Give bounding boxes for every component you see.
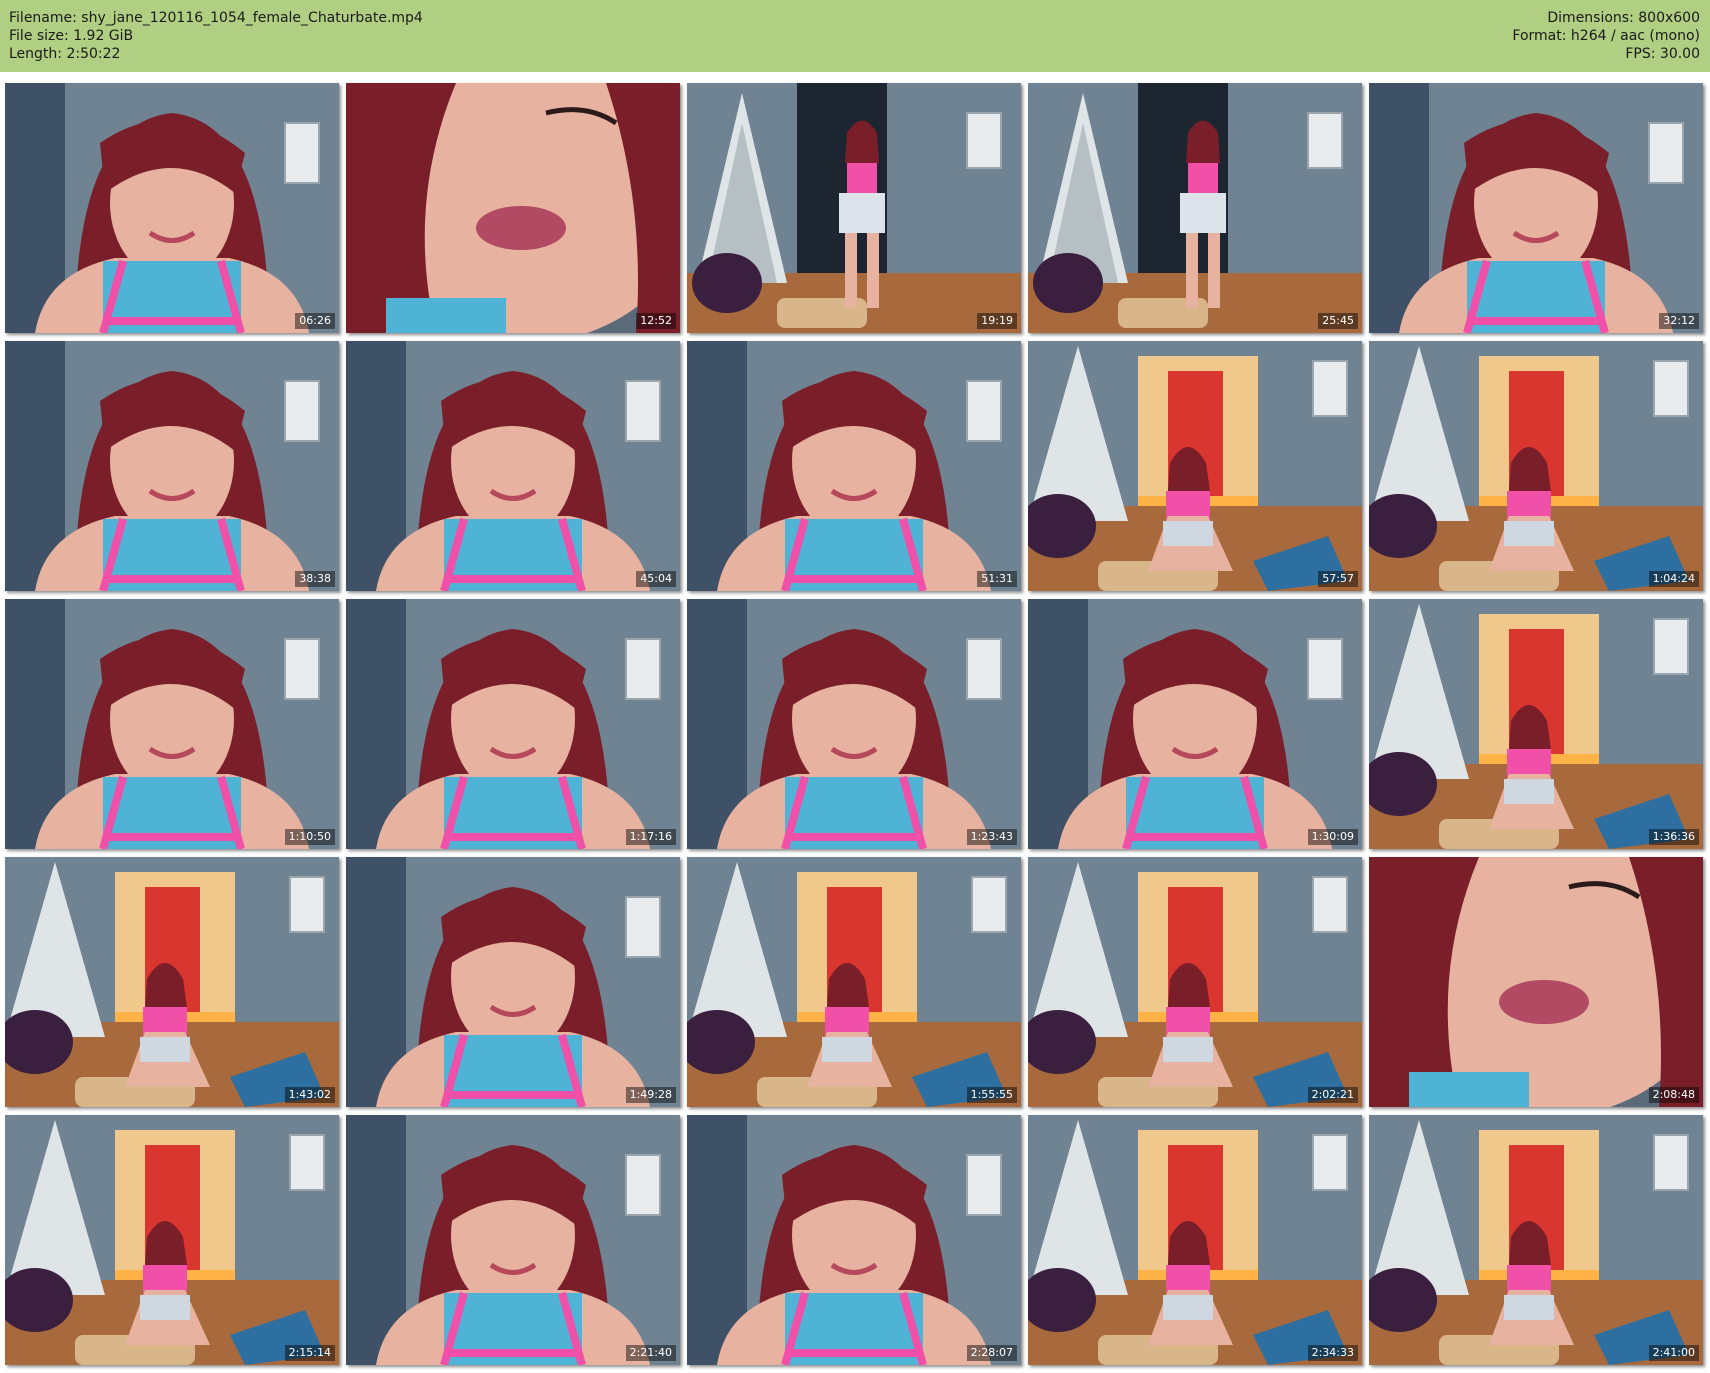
frame-image: [1028, 341, 1362, 591]
thumbnail[interactable]: 25:45: [1028, 83, 1362, 333]
frame-image: [687, 857, 1021, 1107]
video-info: Dimensions: 800x600 Format: h264 / aac (…: [1512, 9, 1700, 63]
frame-image: [346, 341, 680, 591]
thumbnail[interactable]: 2:41:00: [1369, 1115, 1703, 1365]
timestamp-label: 2:21:40: [625, 1345, 676, 1361]
timestamp-label: 2:41:00: [1648, 1345, 1699, 1361]
timestamp-label: 2:34:33: [1307, 1345, 1358, 1361]
timestamp-label: 1:04:24: [1648, 571, 1699, 587]
thumbnail[interactable]: 1:49:28: [346, 857, 680, 1107]
frame-image: [687, 83, 1021, 333]
timestamp-label: 1:55:55: [966, 1087, 1017, 1103]
thumbnail[interactable]: 1:17:16: [346, 599, 680, 849]
timestamp-label: 06:26: [295, 313, 335, 329]
thumbnail[interactable]: 2:15:14: [5, 1115, 339, 1365]
frame-image: [346, 857, 680, 1107]
frame-image: [687, 599, 1021, 849]
frame-image: [687, 341, 1021, 591]
file-info: Filename: shy_jane_120116_1054_female_Ch…: [9, 9, 423, 63]
frame-image: [5, 83, 339, 333]
frame-image: [1028, 83, 1362, 333]
thumbnail[interactable]: 1:23:43: [687, 599, 1021, 849]
timestamp-label: 2:02:21: [1307, 1087, 1358, 1103]
filename-text: Filename: shy_jane_120116_1054_female_Ch…: [9, 10, 423, 26]
frame-image: [1028, 599, 1362, 849]
dimensions-text: Dimensions: 800x600: [1547, 10, 1700, 26]
frame-image: [346, 599, 680, 849]
timestamp-label: 2:28:07: [966, 1345, 1017, 1361]
timestamp-label: 45:04: [636, 571, 676, 587]
thumbnail[interactable]: 19:19: [687, 83, 1021, 333]
thumbnail[interactable]: 12:52: [346, 83, 680, 333]
thumbnail[interactable]: 1:10:50: [5, 599, 339, 849]
timestamp-label: 2:15:14: [284, 1345, 335, 1361]
thumbnail[interactable]: 2:02:21: [1028, 857, 1362, 1107]
frame-image: [5, 857, 339, 1107]
frame-image: [346, 1115, 680, 1365]
timestamp-label: 57:57: [1318, 571, 1358, 587]
timestamp-label: 1:49:28: [625, 1087, 676, 1103]
fps-text: FPS: 30.00: [1625, 46, 1700, 62]
format-text: Format: h264 / aac (mono): [1512, 28, 1700, 44]
frame-image: [5, 599, 339, 849]
thumbnail[interactable]: 2:21:40: [346, 1115, 680, 1365]
timestamp-label: 25:45: [1318, 313, 1358, 329]
frame-image: [1369, 83, 1703, 333]
thumbnail[interactable]: 2:28:07: [687, 1115, 1021, 1365]
frame-image: [5, 1115, 339, 1365]
timestamp-label: 1:10:50: [284, 829, 335, 845]
filesize-text: File size: 1.92 GiB: [9, 28, 134, 44]
timestamp-label: 12:52: [636, 313, 676, 329]
frame-image: [1028, 1115, 1362, 1365]
thumbnail[interactable]: 1:43:02: [5, 857, 339, 1107]
timestamp-label: 19:19: [977, 313, 1017, 329]
frame-image: [1369, 1115, 1703, 1365]
timestamp-label: 51:31: [977, 571, 1017, 587]
frame-image: [1028, 857, 1362, 1107]
thumbnail[interactable]: 45:04: [346, 341, 680, 591]
timestamp-label: 38:38: [295, 571, 335, 587]
timestamp-label: 32:12: [1659, 313, 1699, 329]
thumbnail[interactable]: 51:31: [687, 341, 1021, 591]
timestamp-label: 1:36:36: [1648, 829, 1699, 845]
timestamp-label: 1:30:09: [1307, 829, 1358, 845]
thumbnail[interactable]: 57:57: [1028, 341, 1362, 591]
timestamp-label: 1:43:02: [284, 1087, 335, 1103]
frame-image: [1369, 857, 1703, 1107]
thumbnail[interactable]: 2:08:48: [1369, 857, 1703, 1107]
frame-image: [687, 1115, 1021, 1365]
thumbnail[interactable]: 06:26: [5, 83, 339, 333]
thumbnail-grid: 06:26 12:52 19:19 25:45 32:12 38:38 45:04 51:31…: [5, 83, 1703, 1365]
timestamp-label: 1:23:43: [966, 829, 1017, 845]
thumbnail[interactable]: 2:34:33: [1028, 1115, 1362, 1365]
thumbnail[interactable]: 1:04:24: [1369, 341, 1703, 591]
thumbnail[interactable]: 1:55:55: [687, 857, 1021, 1107]
frame-image: [1369, 599, 1703, 849]
frame-image: [1369, 341, 1703, 591]
frame-image: [346, 83, 680, 333]
thumbnail[interactable]: 1:36:36: [1369, 599, 1703, 849]
info-header: Filename: shy_jane_120116_1054_female_Ch…: [0, 0, 1710, 72]
timestamp-label: 2:08:48: [1648, 1087, 1699, 1103]
thumbnail[interactable]: 32:12: [1369, 83, 1703, 333]
timestamp-label: 1:17:16: [625, 829, 676, 845]
frame-image: [5, 341, 339, 591]
thumbnail[interactable]: 1:30:09: [1028, 599, 1362, 849]
length-text: Length: 2:50:22: [9, 46, 121, 62]
thumbnail[interactable]: 38:38: [5, 341, 339, 591]
